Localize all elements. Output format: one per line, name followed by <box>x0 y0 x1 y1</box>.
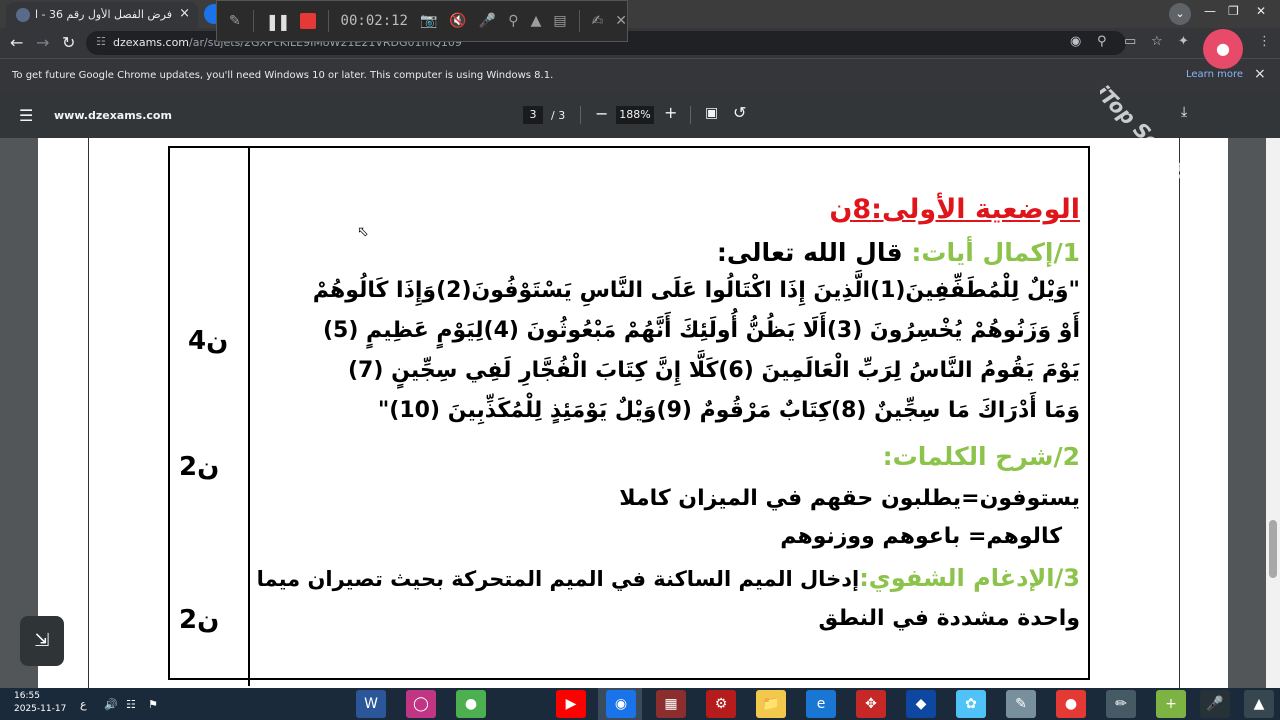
zoom-level-input[interactable]: 188% <box>616 106 654 124</box>
recorder-logo-icon: ● <box>1203 29 1243 69</box>
question-1-line: 1/إكمال أيات: قال الله تعالى: <box>717 238 1080 267</box>
pdf-divider <box>580 106 581 124</box>
recorder-divider <box>578 10 580 32</box>
verse-line: "وَيْلٌ لِلْمُطَفِّفِينَ(1)الَّذِينَ إِذ… <box>312 278 1080 303</box>
page-number-input[interactable]: 3 <box>523 106 543 124</box>
file-explorer-icon[interactable]: 📁 <box>756 690 786 718</box>
recorder-toolbar: ✎ ❚❚ 00:02:12 📷 🔇 🎤 ⚲ ▲ ▤ ✍ ✕ <box>216 0 628 42</box>
taskbar-clock[interactable]: 16:55 2025-11-17 <box>0 690 70 720</box>
forward-icon[interactable]: → <box>36 33 49 52</box>
collapse-arrows-icon[interactable]: ⇲ <box>20 616 64 666</box>
cone-icon[interactable]: ▲ <box>531 13 542 29</box>
question-1-label: 1/إكمال أيات: <box>911 238 1080 267</box>
scrollbar[interactable] <box>1266 138 1280 688</box>
pdf-menu-icon[interactable]: ☰ <box>19 106 33 125</box>
reload-icon[interactable]: ↻ <box>62 33 75 52</box>
mouse-cursor-icon: ⬁ <box>357 224 369 240</box>
definition-line: يستوفون=يطلبون حقهم في الميزان كاملا <box>619 486 1080 511</box>
screenshot-icon[interactable]: 📷 <box>420 13 437 29</box>
score-q2: 2ن <box>179 452 220 482</box>
show-desktop-icon[interactable]: ▲ <box>1244 690 1274 718</box>
score-q1: 4ن <box>188 326 229 356</box>
pdf-divider <box>690 106 691 124</box>
clock-date: 2025-11-17 <box>14 704 67 714</box>
question-3-line: 3/الإدغام الشفوي:إدخال الميم الساكنة في … <box>257 564 1080 592</box>
recorder-divider <box>252 10 254 32</box>
network-app-icon[interactable]: ✿ <box>956 690 986 718</box>
rotate-icon[interactable]: ↺ <box>733 103 746 122</box>
pdf-document-title: www.dzexams.com <box>54 109 172 122</box>
pen-app-icon[interactable]: ✏ <box>1106 690 1136 718</box>
verse-line: يَوْمَ يَقُومُ النَّاسُ لِرَبِّ الْعَالَ… <box>347 358 1080 383</box>
pdf-toolbar: ☰ www.dzexams.com 3 / 3 − 188% + ▣ ↺ ⤓ <box>0 92 1280 138</box>
update-banner: To get future Google Chrome updates, you… <box>0 58 1280 92</box>
back-icon[interactable]: ← <box>10 33 23 52</box>
youtube-app-icon[interactable]: ▶ <box>556 690 586 718</box>
winrar-app-icon[interactable]: ▦ <box>656 690 686 718</box>
verse-line: أَوْ وَزَنُوهُمْ يُخْسِرُونَ (3)أَلَا يَ… <box>322 318 1080 343</box>
recorder-watermark: iTop Screen Recorder <box>1100 0 1280 180</box>
media-app-icon[interactable]: ⚙ <box>706 690 736 718</box>
watermark-text: iTop Screen Recorder <box>1100 80 1277 180</box>
question-3-text-cont: واحدة مشددة في النطق <box>818 606 1080 631</box>
word-app-icon[interactable]: W <box>356 690 386 718</box>
color-app-icon[interactable]: ● <box>456 690 486 718</box>
tray-volume-icon[interactable]: 🔊 <box>104 698 118 711</box>
zoom-icon[interactable]: ⚲ <box>508 13 518 29</box>
scrollbar-thumb[interactable] <box>1269 520 1277 578</box>
mic-mute-icon[interactable]: 🎤 <box>479 13 496 29</box>
site-favicon-icon <box>16 8 30 22</box>
question-3-text: إدخال الميم الساكنة في الميم المتحركة بح… <box>256 567 860 591</box>
exam-content: الوضعية الأولى:8ن 1/إكمال أيات: قال الله… <box>250 146 1080 686</box>
tab-close-icon[interactable]: × <box>179 6 190 21</box>
browser-toolbar: ← → ↻ ☷ dzexams.com/ar/sujets/2GXPcKlLE9… <box>0 28 1280 58</box>
google-lens-icon[interactable]: ◉ <box>1070 34 1081 49</box>
zoom-out-icon[interactable]: − <box>595 104 608 123</box>
browser-tab-active[interactable]: فرض الفصل الأول رقم 36 - التربية × <box>6 2 198 28</box>
url-host: dzexams.com <box>113 36 190 49</box>
question-1-intro: قال الله تعالى: <box>716 238 903 267</box>
instagram-app-icon[interactable]: ◯ <box>406 690 436 718</box>
score-q3: 2ن <box>179 605 220 635</box>
recording-timer: 00:02:12 <box>340 13 408 29</box>
itop-recorder-app-icon[interactable]: ● <box>1056 690 1086 718</box>
recorder-divider <box>327 10 329 32</box>
plus-app-icon[interactable]: + <box>1156 690 1186 718</box>
stop-record-icon[interactable] <box>300 13 316 29</box>
site-info-icon[interactable]: ☷ <box>96 35 106 48</box>
chat-icon[interactable]: ▤ <box>553 13 566 29</box>
fit-page-icon[interactable]: ▣ <box>705 105 718 121</box>
pen-icon[interactable]: ✎ <box>229 13 241 29</box>
zoom-in-icon[interactable]: + <box>664 103 677 122</box>
page-border-right <box>1179 138 1180 688</box>
tray-flag-icon[interactable]: ⚑ <box>148 698 158 711</box>
pause-icon[interactable]: ❚❚ <box>266 12 291 31</box>
tab-title: فرض الفصل الأول رقم 36 - التربية <box>36 8 172 21</box>
clock-time: 16:55 <box>14 691 40 701</box>
update-banner-text: To get future Google Chrome updates, you… <box>12 70 554 81</box>
speaker-mute-icon[interactable]: 🔇 <box>449 13 466 29</box>
question-2-label: 2/شرح الكلمات: <box>882 442 1080 471</box>
section-title: الوضعية الأولى:8ن <box>829 194 1080 225</box>
recorder-close-icon[interactable]: ✕ <box>615 13 627 29</box>
chrome-app-icon[interactable]: ◉ <box>606 690 636 718</box>
definition-line: كالوهم= باعوهم ووزنوهم <box>780 524 1062 549</box>
page-total: / 3 <box>551 109 566 122</box>
page-border-left <box>88 138 89 688</box>
pdf-viewer[interactable]: 4ن 2ن 2ن الوضعية الأولى:8ن 1/إكمال أيات:… <box>0 138 1266 688</box>
tray-network-icon[interactable]: ☷ <box>126 698 136 711</box>
microphone-app-icon[interactable]: 🎤 <box>1200 690 1230 718</box>
question-3-label: 3/الإدغام الشفوي: <box>859 564 1080 592</box>
paint-app-icon[interactable]: ✎ <box>1006 690 1036 718</box>
annotate-icon[interactable]: ✍ <box>592 13 604 29</box>
internet-explorer-icon[interactable]: e <box>806 690 836 718</box>
verse-line: وَمَا أَدْرَاكَ مَا سِجِّينٌ (8)كِتَابٌ … <box>377 398 1080 423</box>
tray-language-icon[interactable]: ع <box>80 698 87 711</box>
shield-app-icon[interactable]: ◆ <box>906 690 936 718</box>
tool-app-icon[interactable]: ✥ <box>856 690 886 718</box>
